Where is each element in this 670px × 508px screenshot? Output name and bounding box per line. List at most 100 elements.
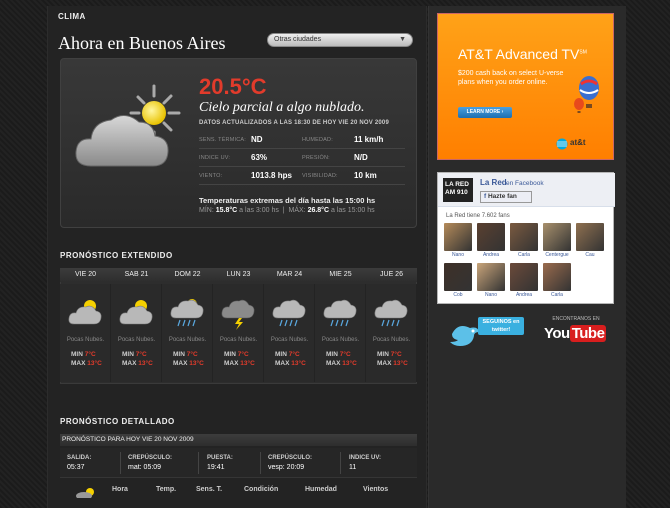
ad-title: AT&T Advanced TVSM [458, 46, 587, 62]
fan-avatar [543, 263, 571, 291]
column-header: Condición [244, 486, 279, 493]
rain-icon [374, 299, 408, 327]
forecast-min: MIN 7°C [71, 351, 96, 358]
forecast-day-name: VIE 20 [74, 271, 96, 278]
fan-name: Carla [518, 252, 530, 258]
forecast-day-name: DOM 22 [174, 271, 201, 278]
forecast-min: MIN 7°C [122, 351, 147, 358]
become-fan-button[interactable]: f Hazte fan [480, 191, 532, 203]
sun-cell: INDICE UV: 11 [349, 454, 381, 472]
sun-label: CREPÚSCULO: [268, 455, 313, 461]
detail-value: 1013.8 hps [251, 171, 292, 180]
sun-value: 05:37 [67, 464, 85, 471]
rain-icon [323, 299, 357, 327]
facebook-fan[interactable]: Cau [576, 223, 604, 258]
forecast-max: MAX 13°C [173, 360, 204, 367]
forecast-day-columns: Pocas Nubes. MIN 7°C MAX 13°C Pocas Nubes. M… [60, 284, 417, 382]
details-row: SENS. TÉRMICA: ND HUMEDAD: 11 km/h [199, 131, 405, 149]
column-header: Hora [112, 486, 128, 493]
forecast-max: MAX 13°C [71, 360, 102, 367]
updated-timestamp: DATOS ACTUALIZADOS A LAS 18:30 DE HOY VI… [199, 120, 389, 126]
sun-cell: SALIDA: 05:37 [67, 454, 91, 472]
fan-avatar [510, 263, 538, 291]
sun-value: 11 [349, 464, 357, 471]
facebook-icon: f [484, 193, 487, 200]
forecast-condition: Pocas Nubes. [372, 337, 411, 343]
facebook-fan[interactable]: Cob [444, 263, 472, 298]
facebook-fan[interactable]: Nano [477, 263, 505, 298]
divider [120, 452, 121, 474]
forecast-condition: Pocas Nubes. [321, 337, 360, 343]
sun-times-row: SALIDA: 05:37 CREPÚSCULO: mat: 05:09 PUEST… [60, 448, 417, 478]
sun-label: SALIDA: [67, 455, 92, 461]
fan-avatar [444, 263, 472, 291]
detail-value: 10 km [354, 171, 377, 180]
forecast-max: MAX 13°C [122, 360, 153, 367]
city-select[interactable]: Otras ciudades ▼ [267, 33, 413, 47]
facebook-fan[interactable]: Andrea [477, 223, 505, 258]
fan-avatar [543, 223, 571, 251]
twitter-follow[interactable]: SEGUINOS en twitter! [448, 314, 530, 352]
divider [198, 452, 199, 474]
extremes-min-value: 15.8°C [215, 207, 238, 214]
extremes-min-label: MÍN: [199, 207, 214, 214]
facebook-fan[interactable]: Centergue [543, 223, 571, 258]
current-condition: Cielo parcial a algo nublado. [199, 100, 365, 115]
forecast-day: Pocas Nubes. MIN 7°C MAX 13°C [162, 284, 213, 382]
youtube-link[interactable]: ENCONTRANOS EN You Tube [544, 316, 608, 352]
forecast-min: MIN 7°C [326, 351, 351, 358]
hot-air-balloon-small-icon [574, 98, 584, 113]
forecast-day-headers: VIE 20 SAB 21 DOM 22 LUN 23 MAR 24 MIE 2… [60, 268, 417, 282]
partly-cloudy-icon [76, 488, 94, 498]
facebook-header: LA RED AM 910 La Red en Facebook f Hazte … [438, 173, 615, 207]
detailed-column-headers: Hora Temp. Sens. T. Condición Humedad Vi… [60, 484, 417, 498]
fan-name: Centergue [545, 252, 569, 258]
forecast-condition: Pocas Nubes. [66, 337, 105, 343]
partly-cloudy-icon [68, 300, 102, 325]
forecast-max: MAX 13°C [377, 360, 408, 367]
detail-label: PRESIÓN: [302, 154, 330, 161]
fan-avatar [477, 263, 505, 291]
facebook-fan[interactable]: Carla [510, 223, 538, 258]
detailed-forecast-title: PRONÓSTICO DETALLADO [60, 417, 175, 426]
ad-service-mark: SM [579, 49, 587, 56]
facebook-fan[interactable]: Nano [444, 223, 472, 258]
twitter-follow-bubble: SEGUINOS en twitter! [478, 317, 524, 335]
detail-value: 63% [251, 153, 268, 162]
location-title: Ahora en Buenos Aires [58, 33, 226, 53]
detail-label: VIENTO: [199, 172, 223, 179]
forecast-condition: Pocas Nubes. [117, 337, 156, 343]
att-logo: at&t [570, 138, 586, 147]
extremes-max-time: a las 15:00 hs [331, 207, 375, 214]
forecast-max: MAX 13°C [326, 360, 357, 367]
facebook-fan[interactable]: Andrea [510, 263, 538, 298]
att-advertisement[interactable]: AT&T Advanced TVSM $200 cash back on sel… [437, 13, 614, 160]
partly-cloudy-large-icon [75, 84, 181, 167]
facebook-fan[interactable]: Carla [543, 263, 571, 298]
forecast-min: MIN 7°C [275, 351, 300, 358]
fan-name: Cau [585, 252, 595, 258]
logo-line: LA RED [445, 181, 469, 188]
divider [260, 452, 261, 474]
column-header: Temp. [156, 486, 177, 493]
detail-label: HUMEDAD: [302, 136, 333, 143]
fan-avatar [510, 223, 538, 251]
fan-name: Andrea [515, 292, 533, 298]
sun-value: mat: 05:09 [128, 464, 162, 471]
youtube-label: ENCONTRANOS EN [552, 316, 600, 322]
fan-avatar [444, 223, 472, 251]
sun-label: INDICE UV: [349, 455, 382, 461]
section-title: CLIMA [58, 12, 86, 21]
extremes-max-label: MÁX: [288, 207, 306, 214]
fan-name: Nano [485, 292, 497, 298]
forecast-day: Pocas Nubes. MIN 7°C MAX 13°C [213, 284, 264, 382]
forecast-min: MIN 7°C [173, 351, 198, 358]
forecast-day: Pocas Nubes. MIN 7°C MAX 13°C [315, 284, 366, 382]
details-row: INDICE UV: 63% PRESIÓN: N/D [199, 149, 405, 167]
sun-rain-icon [170, 299, 204, 327]
partly-cloudy-icon [119, 300, 153, 325]
facebook-page-name[interactable]: La Red [480, 178, 507, 187]
chevron-down-icon: ▼ [399, 36, 406, 43]
extremes-title: Temperaturas extremas del día hasta las … [199, 196, 376, 205]
learn-more-button[interactable]: LEARN MORE › [458, 107, 512, 118]
